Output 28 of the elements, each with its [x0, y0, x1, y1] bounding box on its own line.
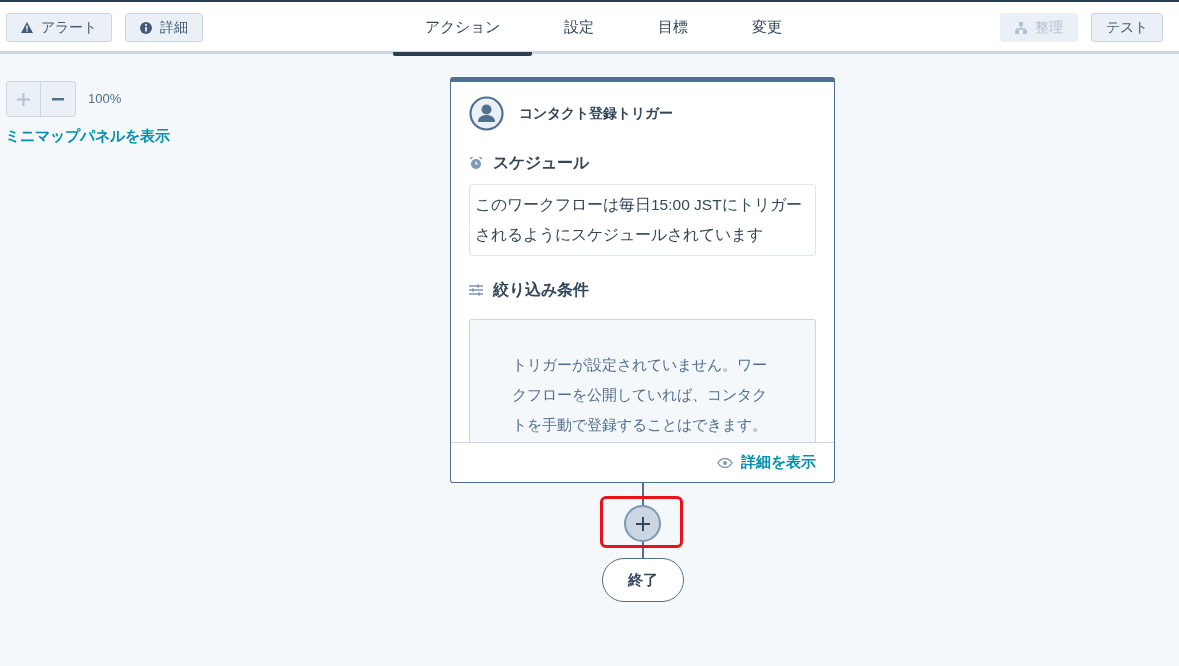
plus-icon: [17, 92, 30, 106]
zoom-level: 100%: [88, 90, 122, 109]
tab[interactable]: 設定: [532, 2, 626, 56]
info-icon: [140, 21, 152, 34]
sliders-icon: [469, 284, 483, 296]
warning-icon: [21, 22, 33, 33]
empty-filter-message: トリガーが設定されていません。ワークフローを公開していれば、コンタクトを手動で登録することはできます。: [512, 355, 768, 435]
section-heading: スケジュール: [493, 153, 589, 173]
section-heading: 絞り込み条件: [493, 280, 589, 300]
trigger-card[interactable]: コンタクト登録トリガー スケジュール このワークフローは毎日15:00 JSTにトリガーされるようにスケジュールされています 絞り込み条件 トリガーが設定されていません。ワークフローを公開していれば、コンタクトを手動で登録することはできます。 詳細を表示: [450, 77, 835, 483]
hierarchy-icon: [1015, 21, 1027, 34]
alarm-clock-icon: [469, 156, 483, 170]
add-step-button[interactable]: [624, 505, 661, 542]
plus-icon: [634, 515, 651, 532]
toolbar-button[interactable]: テスト: [1091, 13, 1163, 42]
end-node[interactable]: 終了: [601, 558, 684, 602]
toolbar-button[interactable]: アラート: [6, 13, 112, 42]
tab[interactable]: 目標: [626, 2, 720, 56]
tab[interactable]: 変更: [720, 2, 814, 56]
minimap-link[interactable]: ミニマップパネルを表示: [5, 125, 200, 148]
tab[interactable]: アクション: [393, 2, 532, 56]
schedule-description: このワークフローは毎日15:00 JSTにトリガーされるようにスケジュールされています: [475, 195, 803, 245]
view-details-link[interactable]: 詳細を表示: [717, 451, 816, 474]
eye-icon: [717, 457, 733, 468]
minus-icon: [52, 97, 64, 101]
card-title: コンタクト登録トリガー: [519, 104, 673, 123]
toolbar-button[interactable]: 詳細: [125, 13, 203, 42]
person-icon: [469, 96, 504, 131]
